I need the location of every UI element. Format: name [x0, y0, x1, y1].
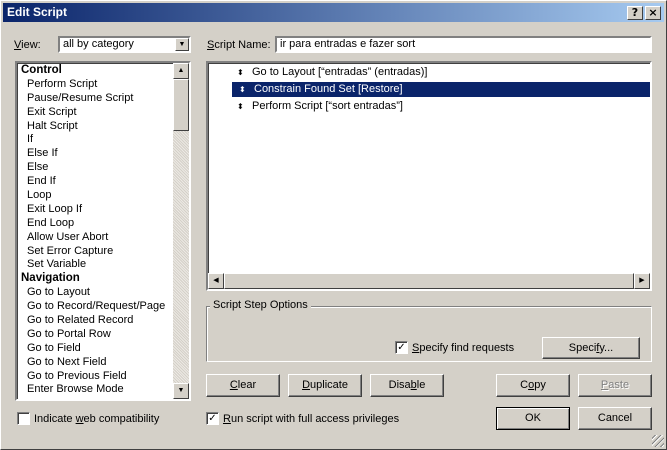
step-list-item[interactable]: Enter Browse Mode — [17, 383, 173, 397]
scroll-down-icon[interactable]: ▼ — [173, 383, 189, 399]
chevron-down-icon[interactable]: ▼ — [175, 38, 189, 51]
script-step-row[interactable]: ⬍ Perform Script [“sort entradas”] — [230, 99, 407, 114]
indicate-web-compatibility-label[interactable]: Indicate web compatibility — [34, 413, 159, 425]
step-list-item[interactable]: If — [17, 133, 173, 147]
category-group-header[interactable]: Control — [17, 64, 173, 78]
category-scrollbar[interactable]: ▲ ▼ — [173, 63, 189, 399]
scroll-thumb[interactable] — [173, 79, 189, 131]
script-steps-list[interactable]: ⬍ Go to Layout [“entradas” (entradas)] ⬍ Co… — [206, 61, 652, 291]
script-name-value: ir para entradas e fazer sort — [280, 38, 416, 50]
step-list-item[interactable]: Set Error Capture — [17, 245, 173, 259]
step-list-item[interactable]: Set Variable — [17, 258, 173, 272]
step-list-item[interactable]: Allow User Abort — [17, 231, 173, 245]
script-step-text: Constrain Found Set [Restore] — [254, 83, 403, 95]
clear-button[interactable]: Clear — [206, 374, 280, 397]
paste-button[interactable]: Paste — [578, 374, 652, 397]
step-list-item[interactable]: Else — [17, 161, 173, 175]
resize-grip[interactable] — [652, 435, 664, 447]
category-group-header[interactable]: Navigation — [17, 272, 173, 286]
step-list-item[interactable]: Loop — [17, 189, 173, 203]
script-step-row[interactable]: ⬍ Constrain Found Set [Restore] — [232, 82, 650, 97]
close-button[interactable]: × — [645, 6, 661, 20]
scroll-up-icon[interactable]: ▲ — [173, 63, 189, 79]
window-title: Edit Script — [7, 5, 68, 19]
move-handle-icon[interactable]: ⬍ — [239, 82, 249, 97]
check-icon: ✓ — [397, 342, 406, 353]
step-list-item[interactable]: Else If — [17, 147, 173, 161]
copy-button[interactable]: Copy — [496, 374, 570, 397]
script-step-text: Go to Layout [“entradas” (entradas)] — [252, 66, 428, 78]
duplicate-button[interactable]: Duplicate — [288, 374, 362, 397]
indicate-web-compatibility-checkbox[interactable] — [17, 412, 30, 425]
steps-scroll-thumb[interactable] — [224, 273, 634, 289]
step-list-item[interactable]: Perform Script — [17, 78, 173, 92]
ok-button[interactable]: OK — [496, 407, 570, 430]
disable-button[interactable]: Disable — [370, 374, 444, 397]
move-handle-icon[interactable]: ⬍ — [237, 65, 247, 80]
scroll-left-icon[interactable]: ◀ — [208, 273, 224, 289]
full-access-privileges-checkbox[interactable]: ✓ — [206, 412, 219, 425]
specify-find-requests-checkbox[interactable]: ✓ — [395, 341, 408, 354]
script-step-row[interactable]: ⬍ Go to Layout [“entradas” (entradas)] — [230, 65, 431, 80]
specify-find-requests-label[interactable]: Specify find requests — [412, 342, 514, 354]
scroll-right-icon[interactable]: ▶ — [634, 273, 650, 289]
specify-button[interactable]: Specify... — [542, 337, 640, 359]
step-list-item[interactable]: Pause/Resume Script — [17, 92, 173, 106]
step-list-item[interactable]: Go to Layout — [17, 286, 173, 300]
cancel-button[interactable]: Cancel — [578, 407, 652, 430]
step-list-item[interactable]: Go to Portal Row — [17, 328, 173, 342]
full-access-privileges-label[interactable]: Run script with full access privileges — [223, 413, 399, 425]
view-selected-value: all by category — [63, 38, 134, 50]
step-list-item[interactable]: End If — [17, 175, 173, 189]
step-list-item[interactable]: Go to Related Record — [17, 314, 173, 328]
step-list-item[interactable]: Go to Record/Request/Page — [17, 300, 173, 314]
step-list-item[interactable]: End Loop — [17, 217, 173, 231]
step-category-list[interactable]: Control Perform Script Pause/Resume Script… — [15, 61, 191, 401]
view-dropdown[interactable]: all by category ▼ — [58, 36, 191, 53]
step-list-item[interactable]: Exit Script — [17, 106, 173, 120]
move-handle-icon[interactable]: ⬍ — [237, 99, 247, 114]
script-step-options-title: Script Step Options — [210, 299, 311, 311]
step-list-item[interactable]: Go to Previous Field — [17, 370, 173, 384]
step-list-item[interactable]: Halt Script — [17, 120, 173, 134]
edit-script-dialog: Edit Script ? × View: all by category ▼ … — [0, 0, 667, 450]
steps-horizontal-scrollbar[interactable]: ◀ ▶ — [208, 273, 650, 289]
step-list-item[interactable]: Go to Next Field — [17, 356, 173, 370]
help-button[interactable]: ? — [627, 6, 643, 20]
step-list-item[interactable]: Go to Field — [17, 342, 173, 356]
script-step-text: Perform Script [“sort entradas”] — [252, 100, 403, 112]
script-name-input[interactable]: ir para entradas e fazer sort — [275, 36, 652, 53]
script-name-label: Script Name: — [207, 39, 271, 51]
step-list-item[interactable]: Exit Loop If — [17, 203, 173, 217]
title-bar[interactable]: Edit Script ? × — [3, 3, 664, 22]
check-icon: ✓ — [208, 413, 217, 424]
view-label: View: — [14, 39, 41, 51]
